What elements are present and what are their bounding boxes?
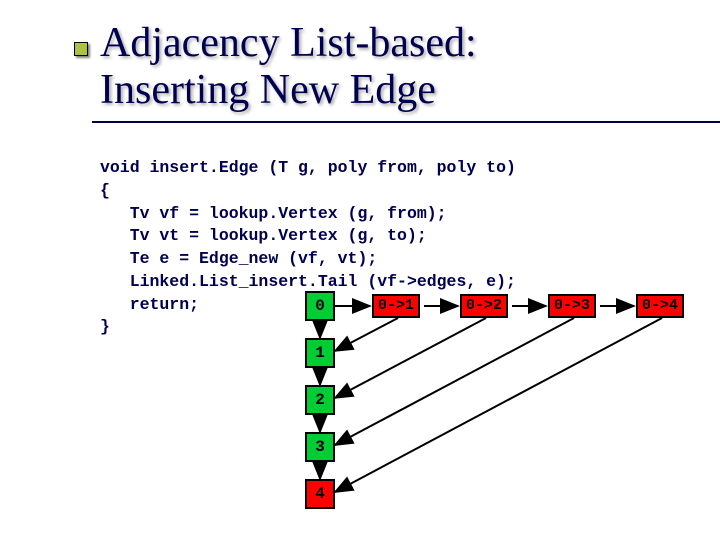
code-line-3: Tv vf = lookup.Vertex (g, from); — [100, 204, 447, 223]
code-line-4: Tv vt = lookup.Vertex (g, to); — [100, 226, 427, 245]
code-line-5: Te e = Edge_new (vf, vt); — [100, 249, 377, 268]
title-bullet — [74, 42, 88, 56]
title-underline — [92, 121, 720, 123]
code-block: void insert.Edge (T g, poly from, poly t… — [100, 157, 720, 339]
slide-title: Adjacency List-based:Inserting New Edge — [100, 20, 720, 114]
title-line1: Adjacency List-based:Inserting New Edge — [100, 20, 477, 113]
code-line-6: Linked.List_insert.Tail (vf->edges, e); — [100, 272, 516, 291]
code-line-1: void insert.Edge (T g, poly from, poly t… — [100, 158, 516, 177]
code-line-2: { — [100, 181, 110, 200]
code-line-8: } — [100, 317, 110, 336]
code-line-7: return; — [100, 295, 199, 314]
